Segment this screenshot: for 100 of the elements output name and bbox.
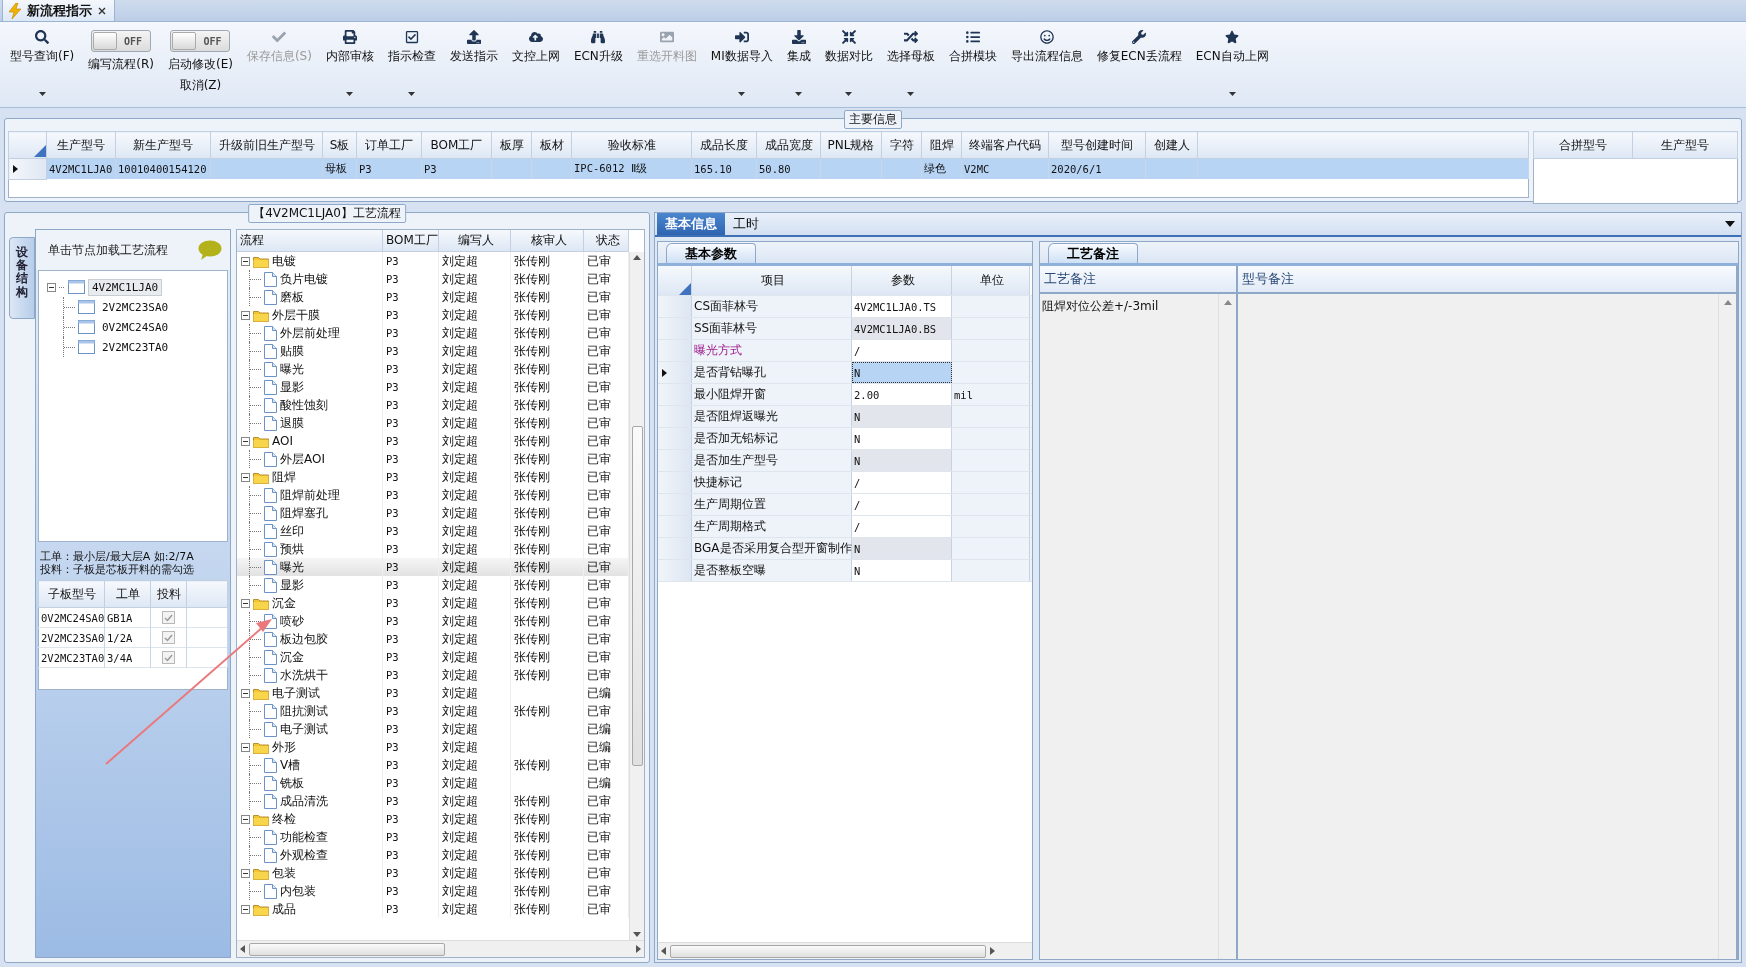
tree-node[interactable]: 0V2MC24SA0: [98, 318, 173, 336]
column-header[interactable]: 创建人: [1145, 131, 1198, 159]
process-step[interactable]: 外观检查: [280, 846, 328, 864]
process-step[interactable]: 喷砂: [280, 612, 304, 630]
column-header[interactable]: BOM工厂: [421, 131, 492, 159]
process-row[interactable]: AOI P3 刘定超 张传刚 已审: [237, 432, 629, 450]
process-row[interactable]: 外层干膜 P3 刘定超 张传刚 已审: [237, 306, 629, 324]
checkbox[interactable]: [162, 611, 175, 624]
scroll-down-icon[interactable]: [633, 932, 641, 937]
value-field[interactable]: N: [852, 362, 952, 383]
process-row[interactable]: 外形 P3 刘定超 已编: [237, 738, 629, 756]
value-field[interactable]: 2.00: [852, 384, 952, 405]
collapse-icon[interactable]: [241, 436, 250, 446]
process-step[interactable]: AOI: [272, 434, 293, 448]
toolbar-button[interactable]: 集成: [780, 24, 817, 104]
process-step[interactable]: 电子测试: [280, 720, 328, 738]
close-icon[interactable]: [98, 6, 106, 15]
process-row[interactable]: 电镀 P3 刘定超 张传刚 已审: [237, 252, 629, 270]
column-header[interactable]: 生产型号: [1632, 131, 1738, 159]
value-field[interactable]: /: [852, 494, 952, 515]
panel-tab[interactable]: 基本参数: [666, 243, 756, 263]
column-header[interactable]: 合拼型号: [1533, 131, 1633, 159]
document-tab[interactable]: 新流程指示: [2, 0, 115, 21]
column-header[interactable]: 订单工厂: [356, 131, 422, 159]
toolbar-button[interactable]: 数据对比: [818, 24, 879, 104]
column-header[interactable]: 型号备注: [1238, 266, 1736, 294]
process-row[interactable]: V槽 P3 刘定超 张传刚 已审: [237, 756, 629, 774]
process-row[interactable]: 丝印 P3 刘定超 张传刚 已审: [237, 522, 629, 540]
toggle-switch[interactable]: OFF: [91, 30, 152, 52]
horizontal-scrollbar[interactable]: [237, 940, 644, 957]
column-header[interactable]: 工艺备注: [1040, 266, 1236, 294]
value-field[interactable]: N: [852, 560, 952, 581]
process-step[interactable]: 内包装: [280, 882, 316, 900]
process-step[interactable]: 外层AOI: [280, 450, 325, 468]
process-step[interactable]: 水洗烘干: [280, 666, 328, 684]
process-step[interactable]: 阻抗测试: [280, 702, 328, 720]
process-step[interactable]: 外层干膜: [272, 306, 320, 324]
remark-field[interactable]: [1238, 294, 1736, 959]
checkbox[interactable]: [162, 651, 175, 664]
process-row[interactable]: 磨板 P3 刘定超 张传刚 已审: [237, 288, 629, 306]
column-header[interactable]: 参数: [852, 266, 952, 295]
param-row[interactable]: 是否背钻曝孔 N: [658, 362, 1032, 384]
toolbar-button[interactable]: 合拼模块: [942, 24, 1003, 104]
column-header[interactable]: 验收标准: [571, 131, 692, 159]
process-row[interactable]: 终检 P3 刘定超 张传刚 已审: [237, 810, 629, 828]
process-row[interactable]: 阻焊塞孔 P3 刘定超 张传刚 已审: [237, 504, 629, 522]
column-header[interactable]: 编写人: [439, 230, 511, 252]
process-step[interactable]: 显影: [280, 576, 304, 594]
toolbar-button[interactable]: 选择母板: [880, 24, 941, 104]
tab[interactable]: 基本信息: [657, 213, 725, 235]
process-row[interactable]: 板边包胶 P3 刘定超 张传刚 已审: [237, 630, 629, 648]
process-step[interactable]: 阻焊塞孔: [280, 504, 328, 522]
process-step[interactable]: V槽: [280, 756, 301, 774]
scroll-left-icon[interactable]: [240, 945, 245, 953]
value-field[interactable]: N: [852, 428, 952, 449]
value-field[interactable]: 4V2MC1LJA0.TS: [852, 296, 952, 317]
column-header[interactable]: 成品长度: [691, 131, 757, 159]
column-header[interactable]: 新生产型号: [115, 131, 211, 159]
column-header[interactable]: 子板型号: [38, 580, 105, 608]
process-row[interactable]: 阻焊前处理 P3 刘定超 张传刚 已审: [237, 486, 629, 504]
process-step[interactable]: 电镀: [272, 252, 296, 270]
process-row[interactable]: 负片电镀 P3 刘定超 张传刚 已审: [237, 270, 629, 288]
column-header[interactable]: 板材: [531, 131, 572, 159]
process-step[interactable]: 预烘: [280, 540, 304, 558]
toolbar-button[interactable]: 发送指示: [443, 24, 504, 104]
horizontal-scrollbar[interactable]: [658, 942, 1032, 959]
vertical-scrollbar[interactable]: [629, 252, 644, 940]
column-header[interactable]: 状态: [584, 230, 629, 252]
param-row[interactable]: 快捷标记 /: [658, 472, 1032, 494]
scroll-up-icon[interactable]: [1723, 300, 1732, 305]
process-step[interactable]: 包装: [272, 864, 296, 882]
process-row[interactable]: 沉金 P3 刘定超 张传刚 已审: [237, 648, 629, 666]
collapse-icon[interactable]: [241, 472, 250, 482]
toolbar-button[interactable]: 内部审核: [319, 24, 380, 104]
process-step[interactable]: 贴膜: [280, 342, 304, 360]
param-row[interactable]: 最小阻焊开窗 2.00 mil: [658, 384, 1032, 406]
process-step[interactable]: 沉金: [272, 594, 296, 612]
value-field[interactable]: N: [852, 538, 952, 559]
column-header[interactable]: 阻焊: [921, 131, 962, 159]
column-header[interactable]: 流程: [237, 230, 383, 252]
toolbar-button[interactable]: MI数据导入: [704, 24, 779, 104]
process-step[interactable]: 电子测试: [272, 684, 320, 702]
dropdown-icon[interactable]: [1725, 221, 1735, 227]
toolbar-button[interactable]: 型号查询(F): [4, 24, 81, 104]
column-header[interactable]: 终端客户代码: [961, 131, 1049, 159]
column-header[interactable]: 单位: [952, 266, 1030, 295]
table-row[interactable]: 4V2MC1LJA0 10010400154120 母板 P3 P3 IPC-6012 Ⅱ级 165.10 50.80 绿色 V2MC 2020/6/1: [8, 158, 1529, 179]
column-header[interactable]: 核审人: [511, 230, 584, 252]
process-step[interactable]: 成品: [272, 900, 296, 918]
process-row[interactable]: 外层AOI P3 刘定超 张传刚 已审: [237, 450, 629, 468]
process-row[interactable]: 成品清洗 P3 刘定超 张传刚 已审: [237, 792, 629, 810]
value-field[interactable]: /: [852, 340, 952, 361]
process-row[interactable]: 显影 P3 刘定超 张传刚 已审: [237, 576, 629, 594]
process-row[interactable]: 包装 P3 刘定超 张传刚 已审: [237, 864, 629, 882]
process-row[interactable]: 水洗烘干 P3 刘定超 张传刚 已审: [237, 666, 629, 684]
process-step[interactable]: 曝光: [280, 558, 304, 576]
process-row[interactable]: 阻抗测试 P3 刘定超 张传刚 已审: [237, 702, 629, 720]
collapse-icon[interactable]: [241, 688, 250, 698]
panel-tab[interactable]: 工艺备注: [1048, 243, 1138, 263]
column-header[interactable]: S板: [322, 131, 357, 159]
